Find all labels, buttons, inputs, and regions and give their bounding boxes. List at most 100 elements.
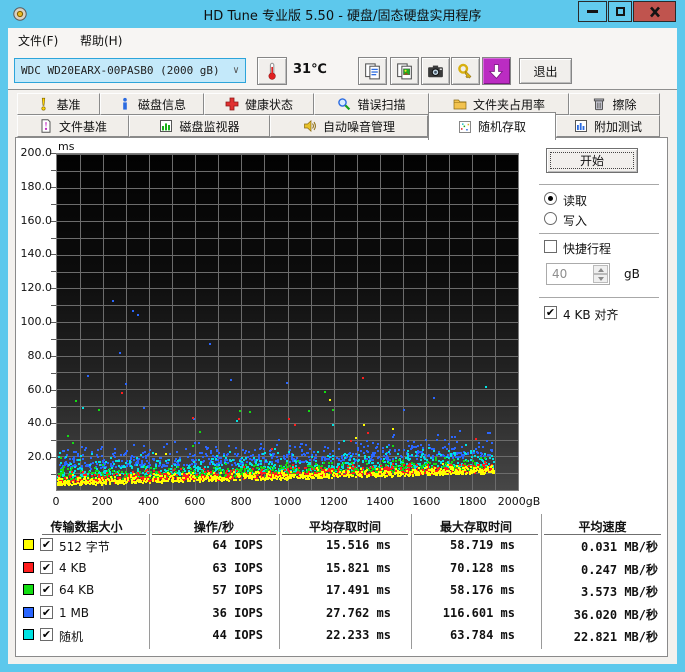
avg-access-value: 17.491 ms — [325, 583, 391, 597]
column-separator — [279, 514, 280, 649]
temperature-value: 31℃ — [293, 62, 327, 77]
y-axis-tick — [51, 187, 56, 188]
random-access-panel: ms 开始 快捷行程 40 gB 4 KB 对齐 20.0 40.0 60.0 80.… — [15, 137, 668, 657]
series-color-swatch — [23, 562, 34, 573]
extra-tests-icon — [574, 119, 588, 133]
copy-image-button[interactable] — [390, 57, 419, 85]
ops-value: 36 IOPS — [212, 606, 263, 620]
tab-health-status[interactable]: 健康状态 — [204, 93, 314, 115]
tab-label: 磁盘信息 — [137, 97, 186, 112]
y-axis-tick-label: 80.0 — [27, 348, 53, 362]
tab-label: 随机存取 — [477, 120, 526, 134]
read-radio-label: 读取 — [563, 194, 588, 208]
exit-button[interactable]: 退出 — [519, 58, 572, 84]
close-button[interactable] — [633, 1, 676, 22]
avg-access-value: 22.233 ms — [325, 628, 391, 642]
temperature-button[interactable] — [257, 57, 287, 85]
max-access-value: 116.601 ms — [442, 606, 515, 620]
series-checkbox-2[interactable] — [40, 583, 53, 596]
y-axis-tick — [51, 221, 56, 222]
table-header-2: 平均存取时间 — [308, 520, 381, 534]
max-access-value: 58.176 ms — [449, 583, 515, 597]
series-label: 4 KB — [59, 561, 87, 575]
menu-bar: 文件(F) 帮助(H) — [8, 28, 677, 52]
minimize-button[interactable] — [578, 1, 607, 22]
spin-up-button[interactable] — [593, 265, 608, 274]
options-icon — [456, 62, 475, 81]
minimize-icon — [587, 10, 598, 13]
short-stroke-capacity-input[interactable]: 40 — [546, 263, 610, 285]
tab-erase[interactable]: 擦除 — [569, 93, 660, 115]
series-checkbox-4[interactable] — [40, 628, 53, 641]
series-color-swatch — [23, 584, 34, 595]
series-label: 512 字节 — [59, 540, 110, 554]
tab-label: 基准 — [56, 97, 81, 112]
options-button[interactable] — [451, 57, 480, 85]
short-stroke-checkbox[interactable] — [544, 240, 557, 253]
series-label: 64 KB — [59, 583, 95, 597]
drive-selector-value: WDC WD20EARX-00PASB0 (2000 gB) — [21, 64, 220, 77]
menu-file[interactable]: 文件(F) — [18, 32, 58, 49]
random-access-plot — [56, 153, 519, 491]
y-axis-tick — [51, 440, 56, 441]
screenshot-button[interactable] — [421, 57, 450, 85]
max-access-value: 70.128 ms — [449, 561, 515, 575]
y-axis-tick-label: 60.0 — [27, 382, 53, 396]
header-underline — [42, 534, 146, 535]
save-results-button[interactable] — [482, 57, 511, 85]
maximize-icon — [615, 7, 625, 16]
y-axis-tick — [51, 322, 56, 323]
copy-text-icon — [363, 62, 382, 81]
y-axis-tick — [51, 271, 56, 272]
tab-label: 错误扫描 — [357, 97, 406, 112]
tab-benchmark[interactable]: 基准 — [17, 93, 100, 115]
tab-label: 自动噪音管理 — [322, 119, 395, 134]
tab-error-scan[interactable]: 错误扫描 — [314, 93, 429, 115]
avg-speed-value: 0.031 MB/秒 — [580, 540, 658, 554]
y-axis-tick — [51, 204, 56, 205]
client-area: 文件(F) 帮助(H) WDC WD20EARX-00PASB0 (2000 g… — [8, 28, 677, 664]
tab-random-access[interactable]: 随机存取 — [428, 112, 556, 140]
series-color-swatch — [23, 539, 34, 550]
y-axis-tick-label: 180.0 — [20, 179, 53, 193]
drive-selector[interactable]: WDC WD20EARX-00PASB0 (2000 gB) ∨ — [14, 58, 246, 83]
tab-file-benchmark[interactable]: 文件基准 — [17, 115, 129, 137]
header-underline — [282, 534, 408, 535]
maximize-button[interactable] — [608, 1, 632, 22]
tab-label: 附加测试 — [593, 119, 642, 134]
series-checkbox-0[interactable] — [40, 538, 53, 551]
tab-label: 擦除 — [612, 97, 637, 112]
avg-access-value: 15.516 ms — [325, 538, 391, 552]
write-radio[interactable] — [544, 212, 557, 225]
folder-usage-icon — [453, 97, 467, 111]
health-status-icon — [225, 97, 239, 111]
header-underline — [544, 534, 661, 535]
ops-value: 44 IOPS — [212, 628, 263, 642]
write-radio-label: 写入 — [563, 214, 588, 228]
auto-noise-management-icon — [303, 119, 317, 133]
y-axis-tick — [51, 238, 56, 239]
disk-monitor-icon — [159, 119, 173, 133]
series-checkbox-1[interactable] — [40, 561, 53, 574]
tab-auto-noise-management[interactable]: 自动噪音管理 — [270, 115, 428, 137]
copy-text-button[interactable] — [358, 57, 387, 85]
y-axis-tick — [51, 373, 56, 374]
align-4kb-checkbox[interactable] — [544, 306, 557, 319]
tab-extra-tests[interactable]: 附加测试 — [556, 115, 660, 137]
tab-disk-info[interactable]: 磁盘信息 — [100, 93, 204, 115]
tab-label: 磁盘监视器 — [179, 119, 240, 134]
separator — [539, 297, 659, 299]
tab-row-2: 文件基准 磁盘监视器 自动噪音管理 随机存取 附加测试 — [17, 112, 660, 140]
avg-speed-value: 36.020 MB/秒 — [573, 608, 658, 622]
header-underline — [414, 534, 538, 535]
table-header-4: 平均速度 — [578, 520, 627, 534]
start-button[interactable]: 开始 — [546, 148, 638, 173]
tab-label: 健康状态 — [244, 97, 293, 112]
disk-info-icon — [118, 97, 132, 111]
spin-down-button[interactable] — [593, 274, 608, 283]
random-access-icon — [458, 120, 472, 134]
series-checkbox-3[interactable] — [40, 606, 53, 619]
read-radio[interactable] — [544, 192, 557, 205]
tab-disk-monitor[interactable]: 磁盘监视器 — [129, 115, 270, 137]
menu-help[interactable]: 帮助(H) — [80, 32, 122, 49]
